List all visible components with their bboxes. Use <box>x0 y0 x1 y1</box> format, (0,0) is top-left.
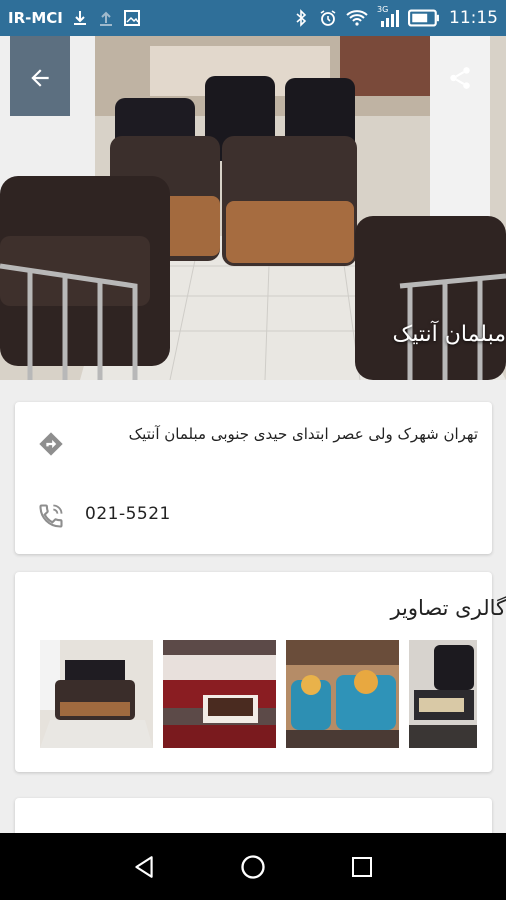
gallery-card: گالری تصاویر <box>15 572 506 772</box>
alarm-icon <box>320 10 336 26</box>
gallery-thumb-2[interactable] <box>163 640 276 748</box>
wifi-icon <box>346 10 368 26</box>
info-card: تهران شهرک ولی عصر ابتدای حیدی جنوبی مبل… <box>15 402 492 554</box>
gallery-title: گالری تصاویر <box>390 596 506 620</box>
image-icon <box>123 10 140 26</box>
red-sectional-photo <box>163 640 276 748</box>
sofa-showroom-photo <box>40 640 153 748</box>
clock: 11:15 <box>449 8 498 28</box>
battery-icon <box>408 9 439 27</box>
address-row[interactable]: تهران شهرک ولی عصر ابتدای حیدی جنوبی مبل… <box>15 416 492 476</box>
gallery-thumb-3[interactable] <box>286 640 399 748</box>
hero-image: مبلمان آنتیک <box>0 36 506 380</box>
gallery-thumb-1[interactable] <box>40 640 153 748</box>
download-icon <box>73 11 86 25</box>
share-button[interactable] <box>440 58 480 98</box>
signal-icon: 3G <box>377 5 399 27</box>
gallery-thumb-4[interactable] <box>409 640 477 748</box>
address-text: تهران شهرک ولی عصر ابتدای حیدی جنوبی مبل… <box>128 425 478 443</box>
phone-number: 021-5521 <box>85 504 171 524</box>
nav-recents-icon <box>351 856 372 877</box>
directions-icon <box>39 432 63 456</box>
back-button[interactable] <box>20 58 60 98</box>
phone-icon <box>39 504 63 528</box>
nav-home-button[interactable] <box>233 847 273 887</box>
nav-home-icon <box>241 854 265 879</box>
nav-recents-button[interactable] <box>342 847 382 887</box>
nav-back-button[interactable] <box>124 847 164 887</box>
dark-chair-photo <box>409 640 477 748</box>
share-icon <box>450 67 470 89</box>
status-bar: IR-MCI 3G 11:15 <box>0 0 506 36</box>
turquoise-sofa-photo <box>286 640 399 748</box>
nav-back-icon <box>135 855 153 878</box>
carrier-label: IR-MCI <box>8 9 63 27</box>
page-title: مبلمان آنتیک <box>392 322 506 347</box>
arrow-back-icon <box>31 69 49 87</box>
phone-row[interactable]: 021-5521 <box>15 500 492 534</box>
gallery-thumbnails <box>40 640 477 748</box>
navigation-bar <box>0 833 506 900</box>
upload-icon <box>99 11 112 26</box>
bluetooth-icon <box>296 9 307 27</box>
